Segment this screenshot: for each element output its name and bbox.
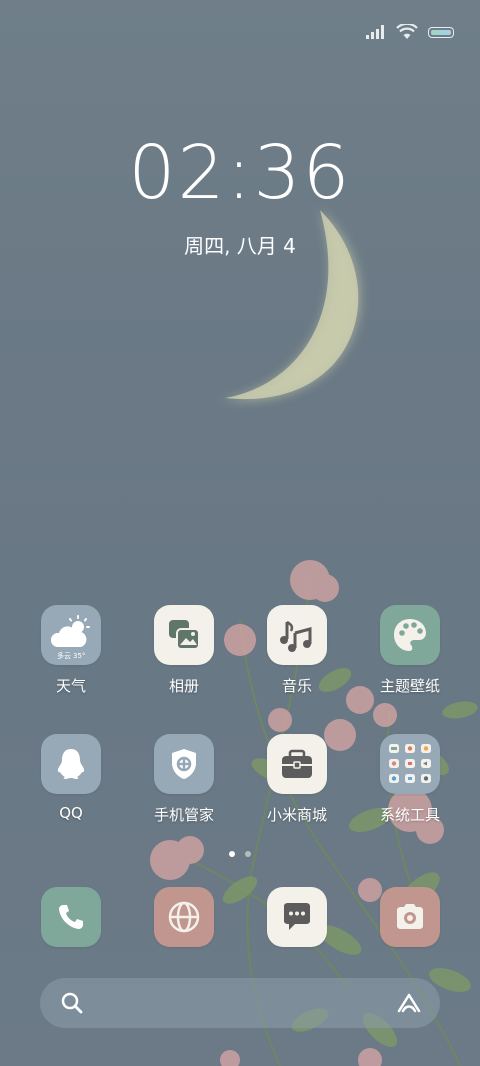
folder-icon: [389, 744, 431, 783]
wifi-icon: [396, 24, 418, 39]
page-dot-active[interactable]: [229, 851, 235, 857]
palette-icon: [394, 619, 426, 651]
store-icon: [282, 749, 312, 778]
app-label: 系统工具: [379, 806, 440, 824]
search-bar[interactable]: [40, 978, 440, 1028]
search-icon[interactable]: [60, 991, 84, 1015]
page-indicator: [0, 851, 480, 857]
messages-tile[interactable]: [267, 887, 327, 947]
app-label: QQ: [59, 804, 83, 822]
qq-tile[interactable]: [41, 734, 101, 794]
camera-tile[interactable]: [380, 887, 440, 947]
phone-tile[interactable]: [41, 887, 101, 947]
dock-camera[interactable]: [380, 887, 440, 947]
battery-icon: [428, 26, 454, 38]
signal-icon: [366, 25, 384, 39]
app-weather[interactable]: 多云 35° 天气: [16, 605, 126, 696]
app-music[interactable]: 音乐: [242, 605, 352, 696]
message-icon: [284, 903, 310, 930]
weather-tile[interactable]: 多云 35°: [41, 605, 101, 665]
security-tile[interactable]: [154, 734, 214, 794]
app-security[interactable]: 手机管家: [129, 734, 239, 825]
themes-tile[interactable]: [380, 605, 440, 665]
gallery-tile[interactable]: [154, 605, 214, 665]
folder-tile[interactable]: [380, 734, 440, 794]
browser-tile[interactable]: [154, 887, 214, 947]
globe-icon: [168, 901, 200, 933]
weather-condition: 多云: [57, 651, 71, 660]
app-label: 主题壁纸: [379, 677, 440, 695]
page-dot[interactable]: [245, 851, 251, 857]
music-tile[interactable]: [267, 605, 327, 665]
app-store[interactable]: 小米商城: [242, 734, 352, 825]
app-label: 音乐: [281, 677, 312, 695]
dock-browser[interactable]: [154, 887, 214, 947]
clock-date[interactable]: 周四, 八月 4: [0, 230, 480, 259]
app-label: 手机管家: [153, 806, 214, 824]
dock-phone[interactable]: [41, 887, 101, 947]
weather-temperature: 35°: [73, 652, 85, 660]
security-icon: [172, 749, 196, 779]
gallery-icon: [169, 620, 200, 650]
assistant-icon[interactable]: [396, 992, 422, 1014]
app-themes[interactable]: 主题壁纸: [355, 605, 465, 696]
app-system-tools[interactable]: 系统工具: [355, 734, 465, 825]
app-label: 相册: [168, 677, 199, 695]
app-label: 小米商城: [266, 806, 327, 824]
music-icon: [280, 620, 312, 652]
app-label: 天气: [55, 677, 86, 695]
clock-time[interactable]: 02:36: [0, 130, 480, 216]
app-gallery[interactable]: 相册: [129, 605, 239, 696]
phone-icon: [59, 905, 83, 929]
home-screen: 02:36 周四, 八月 4 多云 35° 天气 相册 音乐 主题壁纸 QQ 手…: [0, 0, 480, 1066]
status-bar: [366, 18, 454, 46]
qq-icon: [57, 749, 85, 779]
dock-messages[interactable]: [267, 887, 327, 947]
store-tile[interactable]: [267, 734, 327, 794]
app-qq[interactable]: QQ: [16, 734, 126, 822]
weather-icon: 多云 35°: [50, 615, 90, 660]
camera-icon: [397, 904, 423, 929]
